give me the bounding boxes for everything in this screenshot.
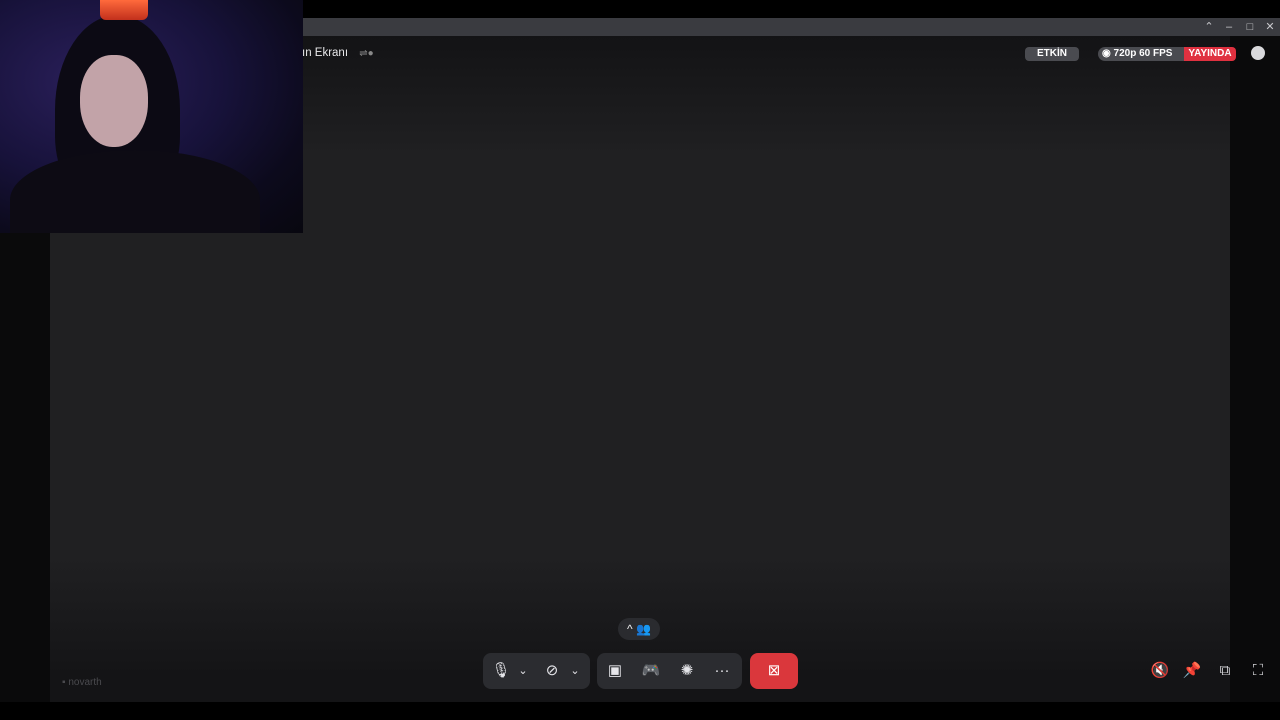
fullscreen-icon[interactable]: ⛶	[1247, 660, 1269, 682]
soundboard-icon[interactable]: ✺	[677, 653, 697, 689]
chevron-up-icon: ^	[627, 622, 633, 636]
bottom-letterbox	[0, 702, 1280, 720]
username-text: novarth	[68, 677, 102, 688]
camera-off-icon[interactable]: ⊘	[541, 653, 563, 689]
stop-stream-button[interactable]: ⊠	[750, 653, 798, 689]
activity-controls: ▣ 🎮 ✺ ···	[597, 653, 742, 689]
webcam-lamp	[100, 0, 148, 20]
microphone-icon[interactable]: 🎙	[491, 653, 511, 689]
webcam-person-face	[80, 55, 148, 147]
status-badge: ETKİN	[1025, 47, 1079, 61]
gamepad-icon[interactable]: 🎮	[641, 653, 661, 689]
right-letterbox	[1230, 36, 1280, 702]
status-badge-label: ETKİN	[1037, 48, 1067, 59]
participants-toggle-button[interactable]: ^ 👥	[618, 618, 660, 640]
more-options-icon[interactable]: ···	[711, 653, 733, 689]
quality-label: 720p 60 FPS	[1113, 48, 1173, 59]
restore-icon[interactable]: ⌃	[1199, 18, 1219, 36]
window-titlebar: ⌃ – □ ✕	[303, 18, 1280, 36]
quality-badge[interactable]: ◉ 720p 60 FPS	[1098, 47, 1184, 61]
popout-icon[interactable]: ⧉	[1214, 660, 1236, 682]
webcam-person-body	[10, 150, 260, 233]
stream-title: ın Ekranı ⇌●	[302, 47, 374, 59]
webcam-overlay	[0, 0, 303, 233]
close-icon[interactable]: ✕	[1260, 18, 1280, 36]
stop-stream-icon: ⊠	[767, 662, 781, 679]
mic-options-chevron-icon[interactable]: ⌄	[515, 653, 531, 689]
eye-icon: ◉	[1102, 48, 1114, 59]
username-label: ▪ novarth	[62, 677, 102, 688]
people-icon: 👥	[636, 622, 651, 636]
screen-share-icon[interactable]: ▣	[605, 653, 625, 689]
volume-mute-icon[interactable]: 🔇	[1149, 660, 1171, 682]
maximize-icon[interactable]: □	[1240, 18, 1260, 36]
stream-title-text: ın Ekranı	[302, 47, 349, 59]
minimize-icon[interactable]: –	[1219, 18, 1239, 36]
chat-icon[interactable]	[1251, 46, 1265, 60]
viewer-avatar-icon: ⇌●	[359, 48, 374, 59]
camera-options-chevron-icon[interactable]: ⌄	[567, 653, 583, 689]
media-controls: 🎙 ⌄ ⊘ ⌄	[483, 653, 590, 689]
pin-icon[interactable]: 📌	[1181, 660, 1203, 682]
live-label: YAYINDA	[1188, 48, 1232, 59]
live-badge: YAYINDA	[1184, 47, 1236, 61]
